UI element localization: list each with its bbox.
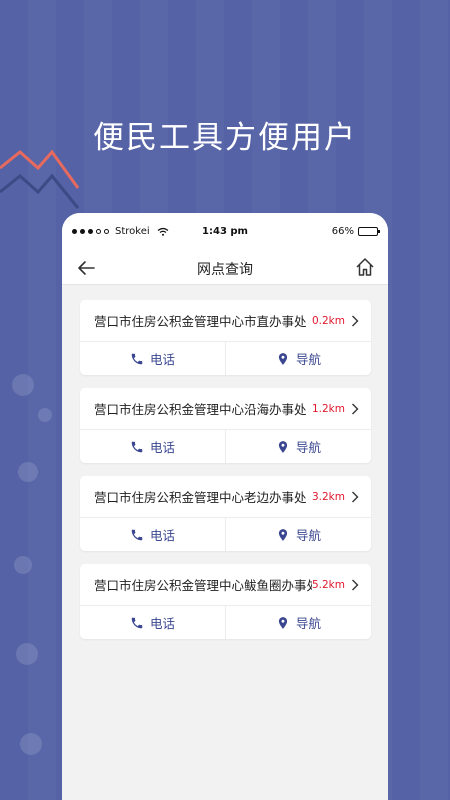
location-pin-icon (278, 528, 288, 541)
office-actions: 电话 导航 (80, 518, 371, 551)
phone-mockup: Strokei 1:43 pm 66% 网点查询 营口市住房公积金管理中心市直办… (62, 213, 388, 800)
call-label: 电话 (149, 528, 175, 543)
office-distance: 0.2km (311, 314, 345, 327)
navigate-label: 导航 (295, 440, 321, 455)
call-button[interactable]: 电话 (80, 342, 225, 375)
battery-percent: 66% (331, 226, 354, 237)
office-detail-row[interactable]: 营口市住房公积金管理中心市直办事处 0.2km (80, 300, 371, 342)
office-detail-row[interactable]: 营口市住房公积金管理中心老边办事处 3.2km (80, 476, 371, 518)
office-actions: 电话 导航 (80, 606, 371, 639)
navigate-label: 导航 (295, 352, 321, 367)
decorative-dot (16, 643, 38, 665)
call-label: 电话 (149, 440, 175, 455)
navigate-button[interactable]: 导航 (225, 342, 371, 375)
office-name: 营口市住房公积金管理中心沿海办事处 (94, 402, 307, 417)
call-label: 电话 (149, 616, 175, 631)
chevron-right-icon (352, 403, 359, 414)
office-distance: 1.2km (311, 402, 345, 415)
phone-icon (131, 529, 143, 540)
location-pin-icon (278, 440, 288, 453)
phone-icon (131, 353, 143, 364)
decorative-dot (20, 733, 42, 755)
call-button[interactable]: 电话 (80, 518, 225, 551)
office-name: 营口市住房公积金管理中心老边办事处 (94, 490, 307, 505)
promo-title: 便民工具方便用户 (93, 120, 357, 156)
office-card: 营口市住房公积金管理中心鲅鱼圈办事处 5.2km 电话 导航 (80, 564, 371, 639)
office-distance: 3.2km (311, 490, 345, 503)
navigate-label: 导航 (295, 616, 321, 631)
office-name: 营口市住房公积金管理中心鲅鱼圈办事处 (94, 578, 312, 593)
decorative-dot (14, 556, 32, 574)
chevron-right-icon (352, 491, 359, 502)
navigate-button[interactable]: 导航 (225, 518, 371, 551)
office-detail-row[interactable]: 营口市住房公积金管理中心沿海办事处 1.2km (80, 388, 371, 430)
office-actions: 电话 导航 (80, 430, 371, 463)
navigate-label: 导航 (295, 528, 321, 543)
office-distance: 5.2km (311, 578, 345, 591)
phone-icon (131, 441, 143, 452)
battery-status: 66% (331, 226, 380, 237)
chevron-right-icon (352, 579, 359, 590)
decorative-dot (12, 374, 34, 396)
location-pin-icon (278, 352, 288, 365)
call-label: 电话 (149, 352, 175, 367)
office-actions: 电话 导航 (80, 342, 371, 375)
nav-bar: 网点查询 (62, 251, 388, 285)
location-pin-icon (278, 616, 288, 629)
office-detail-row[interactable]: 营口市住房公积金管理中心鲅鱼圈办事处 5.2km (80, 564, 371, 606)
decorative-dot (38, 408, 52, 422)
office-card: 营口市住房公积金管理中心市直办事处 0.2km 电话 导航 (80, 300, 371, 375)
chevron-right-icon (352, 315, 359, 326)
phone-icon (131, 617, 143, 628)
office-list: 营口市住房公积金管理中心市直办事处 0.2km 电话 导航 营口市住房公积金管理… (62, 285, 388, 639)
office-card: 营口市住房公积金管理中心老边办事处 3.2km 电话 导航 (80, 476, 371, 551)
status-bar: Strokei 1:43 pm 66% (62, 213, 388, 251)
office-card: 营口市住房公积金管理中心沿海办事处 1.2km 电话 导航 (80, 388, 371, 463)
home-icon[interactable] (354, 256, 376, 278)
navigate-button[interactable]: 导航 (225, 430, 371, 463)
office-name: 营口市住房公积金管理中心市直办事处 (94, 314, 307, 329)
call-button[interactable]: 电话 (80, 606, 225, 639)
navigate-button[interactable]: 导航 (225, 606, 371, 639)
battery-icon (358, 227, 380, 236)
call-button[interactable]: 电话 (80, 430, 225, 463)
page-title: 网点查询 (197, 262, 253, 278)
decorative-dot (18, 462, 38, 482)
